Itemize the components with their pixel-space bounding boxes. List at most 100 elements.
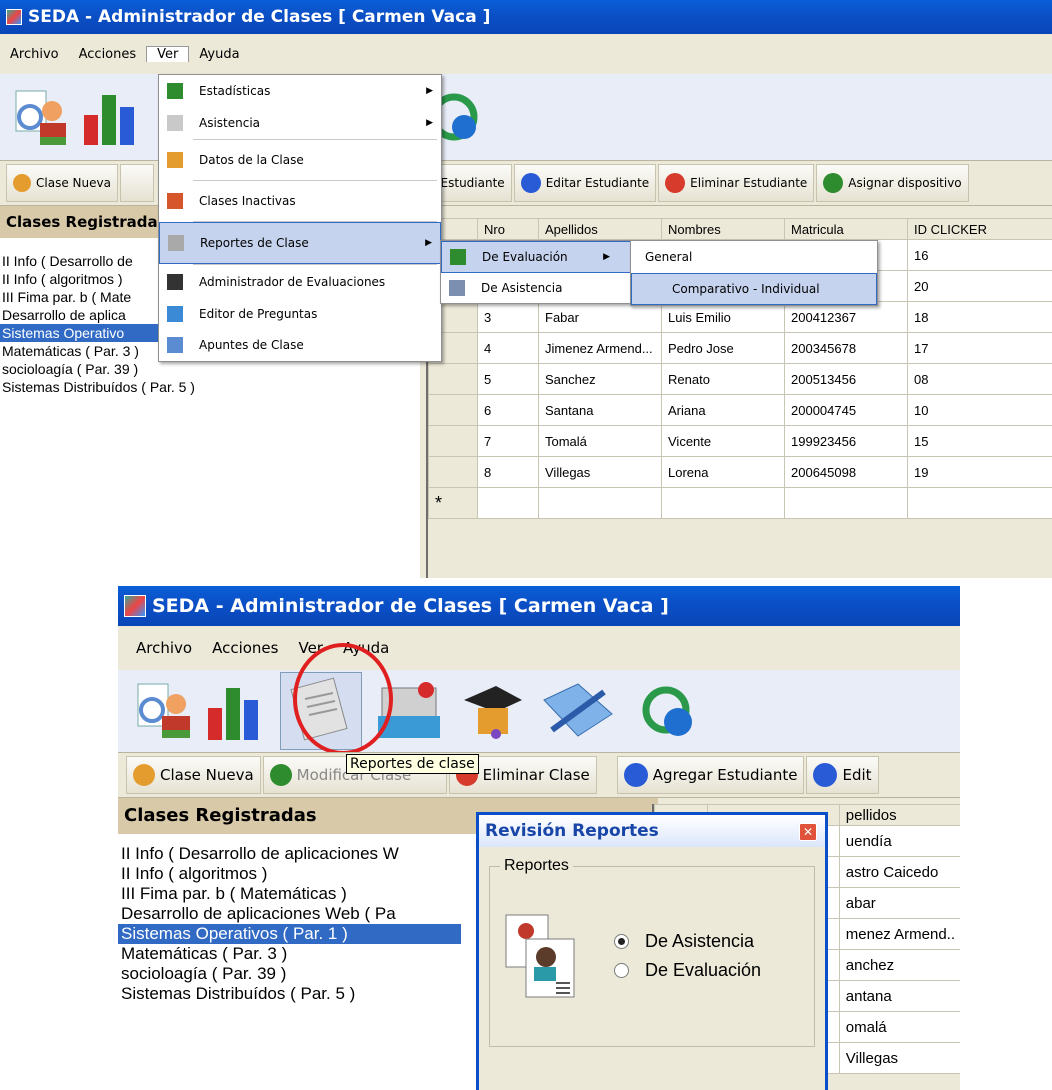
- col-header-nombres[interactable]: Nombres: [661, 218, 785, 240]
- class-item-selected[interactable]: Sistemas Operativos ( Par. 1 ): [118, 924, 461, 944]
- empty-cell[interactable]: [661, 487, 785, 519]
- cell-nombres[interactable]: Pedro Jose: [661, 332, 785, 364]
- cell-nombres[interactable]: Luis Emilio: [661, 301, 785, 333]
- class-item[interactable]: socioloagía ( Par. 39 ): [0, 360, 420, 378]
- close-icon[interactable]: ✕: [799, 823, 817, 841]
- table-row[interactable]: 4 Jimenez Armend... Pedro Jose 200345678 17: [428, 332, 1052, 364]
- cell-matricula[interactable]: 200412367: [784, 301, 908, 333]
- menu-ayuda[interactable]: Ayuda: [189, 47, 249, 62]
- cell-apellidos[interactable]: abar: [838, 887, 960, 919]
- row-header[interactable]: [428, 363, 478, 395]
- cell-matricula[interactable]: 199923456: [784, 425, 908, 457]
- students-report-icon[interactable]: [132, 680, 194, 742]
- cell-apellidos[interactable]: antana: [838, 980, 960, 1012]
- table-row[interactable]: 8 Villegas Lorena 200645098 19: [428, 456, 1052, 488]
- menu-item-de-asistencia[interactable]: De Asistencia: [441, 273, 631, 303]
- menu-ver[interactable]: Ver: [146, 46, 190, 62]
- menu-item-apuntes-clase[interactable]: Apuntes de Clase: [159, 329, 441, 361]
- row-header[interactable]: [428, 394, 478, 426]
- table-row[interactable]: 6 Santana Ariana 200004745 10: [428, 394, 1052, 426]
- hidden-button[interactable]: [119, 164, 154, 202]
- menu-item-de-evaluacion[interactable]: De Evaluación ▶: [441, 241, 631, 273]
- cell-matricula[interactable]: 200345678: [784, 332, 908, 364]
- cell-nombres[interactable]: Lorena: [661, 456, 785, 488]
- cell-nro[interactable]: 5: [477, 363, 539, 395]
- menu-acciones[interactable]: Acciones: [202, 639, 288, 657]
- cell-id-clicker[interactable]: 10: [907, 394, 1052, 426]
- menu-archivo[interactable]: Archivo: [126, 639, 202, 657]
- cell-nro[interactable]: 7: [477, 425, 539, 457]
- empty-cell[interactable]: [907, 487, 1052, 519]
- cell-matricula[interactable]: 200513456: [784, 363, 908, 395]
- col-header-id-clicker[interactable]: ID CLICKER: [907, 218, 1052, 240]
- cell-apellidos[interactable]: Villegas: [538, 456, 662, 488]
- menu-item-comparativo-individual[interactable]: Comparativo - Individual: [631, 273, 877, 305]
- class-item[interactable]: Sistemas Distribuídos ( Par. 5 ): [0, 378, 420, 396]
- cell-id-clicker[interactable]: 18: [907, 301, 1052, 333]
- menu-item-reportes-clase[interactable]: Reportes de Clase ▶: [159, 222, 441, 264]
- cell-id-clicker[interactable]: 17: [907, 332, 1052, 364]
- cell-nro[interactable]: 6: [477, 394, 539, 426]
- menu-item-clases-inactivas[interactable]: Clases Inactivas: [159, 181, 441, 221]
- menu-item-editor-preguntas[interactable]: Editor de Preguntas: [159, 299, 441, 329]
- new-class-button[interactable]: Clase Nueva: [126, 756, 261, 794]
- cell-id-clicker[interactable]: 19: [907, 456, 1052, 488]
- row-header[interactable]: [428, 456, 478, 488]
- assign-device-button[interactable]: Asignar dispositivo: [816, 164, 969, 202]
- cell-nombres[interactable]: Ariana: [661, 394, 785, 426]
- edit-student-button[interactable]: Editar Estudiante: [513, 164, 657, 202]
- delete-student-button[interactable]: Eliminar Estudiante: [658, 164, 815, 202]
- cell-nro[interactable]: 3: [477, 301, 539, 333]
- menu-acciones[interactable]: Acciones: [69, 47, 147, 62]
- empty-cell[interactable]: [538, 487, 662, 519]
- cell-apellidos[interactable]: uendía: [838, 825, 960, 857]
- cell-apellidos[interactable]: astro Caicedo: [838, 856, 960, 888]
- menu-item-general[interactable]: General: [631, 241, 877, 273]
- notes-icon[interactable]: [538, 680, 618, 742]
- cell-apellidos[interactable]: Santana: [538, 394, 662, 426]
- cell-id-clicker[interactable]: 20: [907, 270, 1052, 302]
- cell-apellidos[interactable]: menez Armend..: [838, 918, 960, 950]
- bar-chart-icon[interactable]: [82, 87, 142, 147]
- cell-nombres[interactable]: Renato: [661, 363, 785, 395]
- menu-item-estadisticas[interactable]: Estadísticas ▶: [159, 75, 441, 107]
- bar-chart-icon[interactable]: [206, 680, 268, 742]
- cell-id-clicker[interactable]: 16: [907, 239, 1052, 271]
- col-header-matricula[interactable]: Matricula: [784, 218, 908, 240]
- menu-item-administrador-evaluaciones[interactable]: Administrador de Evaluaciones: [159, 265, 441, 299]
- cell-matricula[interactable]: 200645098: [784, 456, 908, 488]
- cell-apellidos[interactable]: Jimenez Armend...: [538, 332, 662, 364]
- col-header-nro[interactable]: Nro: [477, 218, 539, 240]
- cell-apellidos[interactable]: Fabar: [538, 301, 662, 333]
- row-header[interactable]: [428, 425, 478, 457]
- edit-student-button[interactable]: Edit: [806, 756, 879, 794]
- radio-de-evaluacion[interactable]: De Evaluación: [614, 960, 761, 981]
- add-student-button[interactable]: Agregar Estudiante: [616, 756, 805, 794]
- table-row[interactable]: 5 Sanchez Renato 200513456 08: [428, 363, 1052, 395]
- cell-matricula[interactable]: 200004745: [784, 394, 908, 426]
- menu-item-datos-clase[interactable]: Datos de la Clase: [159, 140, 441, 180]
- cell-nro[interactable]: 4: [477, 332, 539, 364]
- cell-apellidos[interactable]: omalá: [838, 1011, 960, 1043]
- radio-de-asistencia[interactable]: De Asistencia: [614, 931, 761, 952]
- new-row[interactable]: *: [428, 487, 1052, 519]
- cell-apellidos[interactable]: Villegas: [838, 1042, 960, 1074]
- cell-apellidos[interactable]: Tomalá: [538, 425, 662, 457]
- table-row[interactable]: 7 Tomalá Vicente 199923456 15: [428, 425, 1052, 457]
- col-header-apellidos[interactable]: pellidos: [838, 804, 960, 826]
- col-header-apellidos[interactable]: Apellidos: [538, 218, 662, 240]
- students-report-icon[interactable]: [10, 87, 70, 147]
- class-item-selected[interactable]: Sistemas Operativo: [0, 324, 162, 342]
- radio-evaluacion-button[interactable]: [614, 963, 629, 978]
- cell-id-clicker[interactable]: 08: [907, 363, 1052, 395]
- cell-nro[interactable]: 8: [477, 456, 539, 488]
- menu-item-asistencia[interactable]: Asistencia ▶: [159, 107, 441, 139]
- cell-apellidos[interactable]: anchez: [838, 949, 960, 981]
- graduation-cap-icon[interactable]: [456, 680, 526, 742]
- empty-cell[interactable]: [477, 487, 539, 519]
- menu-archivo[interactable]: Archivo: [0, 47, 69, 62]
- cell-apellidos[interactable]: Sanchez: [538, 363, 662, 395]
- cell-nombres[interactable]: Vicente: [661, 425, 785, 457]
- empty-cell[interactable]: [784, 487, 908, 519]
- sync-icon[interactable]: [634, 680, 704, 742]
